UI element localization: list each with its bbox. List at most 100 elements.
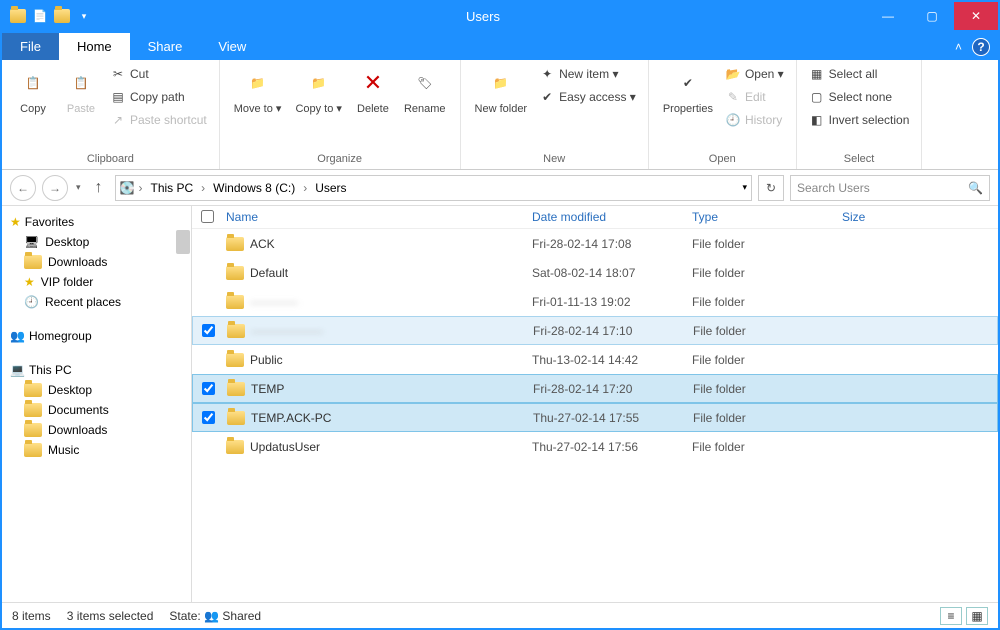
status-state: State: 👥 Shared (169, 609, 261, 623)
bc-thispc[interactable]: This PC (146, 181, 197, 195)
file-date: Thu-27-02-14 17:56 (532, 440, 692, 454)
newitem-icon: ✦ (539, 66, 555, 82)
sb-pc-downloads[interactable]: Downloads (2, 420, 191, 440)
col-type[interactable]: Type (692, 210, 842, 224)
copy-button[interactable]: 📋Copy (12, 64, 54, 117)
tab-share[interactable]: Share (130, 33, 201, 60)
status-selected-count: 3 items selected (67, 609, 154, 623)
view-icons-button[interactable]: ▦ (966, 607, 988, 625)
search-input[interactable]: Search Users 🔍 (790, 175, 990, 201)
nav-history-dropdown[interactable]: ▾ (74, 182, 83, 193)
nav-forward-button[interactable]: → (42, 175, 68, 201)
newfolder-icon: 📁 (484, 66, 518, 100)
sb-vipfolder[interactable]: ★VIP folder (2, 272, 191, 292)
cut-button[interactable]: ✂Cut (108, 64, 209, 84)
folder-icon (227, 411, 245, 425)
maximize-button[interactable]: ▢ (910, 2, 954, 30)
sb-pc-music[interactable]: Music (2, 440, 191, 460)
history-button[interactable]: 🕘History (723, 110, 786, 130)
sb-recent[interactable]: 🕘Recent places (2, 292, 191, 312)
col-name[interactable]: Name (222, 210, 532, 224)
selectall-button[interactable]: ▦Select all (807, 64, 912, 84)
sb-desktop[interactable]: 🖥Desktop (2, 232, 191, 252)
refresh-button[interactable]: ↻ (758, 175, 784, 201)
shared-icon: 👥 (204, 609, 219, 623)
folder-icon (24, 423, 42, 437)
open-icon: 📂 (725, 66, 741, 82)
view-details-button[interactable]: ≡ (940, 607, 962, 625)
tab-view[interactable]: View (200, 33, 264, 60)
file-date: Fri-28-02-14 17:10 (533, 324, 693, 338)
selectnone-button[interactable]: ▢Select none (807, 87, 912, 107)
invertselection-button[interactable]: ◧Invert selection (807, 110, 912, 130)
paste-button[interactable]: 📋Paste (60, 64, 102, 117)
copypath-icon: ▤ (110, 89, 126, 105)
delete-button[interactable]: ✕Delete (352, 64, 394, 117)
row-checkbox[interactable] (202, 324, 215, 337)
collapse-ribbon-icon[interactable]: ˄ (955, 40, 962, 54)
breadcrumb-dropdown-icon[interactable]: ▾ (742, 182, 747, 193)
bc-folder[interactable]: Users (311, 181, 350, 195)
pasteshortcut-button[interactable]: ↗Paste shortcut (108, 110, 209, 130)
properties-big-icon: ✔ (671, 66, 705, 100)
table-row[interactable]: ——————Fri-28-02-14 17:10File folder (192, 316, 998, 345)
open-button[interactable]: 📂Open ▾ (723, 64, 786, 84)
sb-favorites[interactable]: ★Favorites (2, 212, 191, 232)
breadcrumb[interactable]: 💽 › This PC› Windows 8 (C:)› Users ▾ (115, 175, 752, 201)
nav-pane[interactable]: ★Favorites 🖥Desktop Downloads ★VIP folde… (2, 206, 192, 602)
row-checkbox[interactable] (202, 411, 215, 424)
newfolder-button[interactable]: 📁New folder (471, 64, 532, 117)
row-checkbox[interactable] (202, 382, 215, 395)
nav-back-button[interactable]: ← (10, 175, 36, 201)
table-row[interactable]: PublicThu-13-02-14 14:42File folder (192, 345, 998, 374)
copypath-button[interactable]: ▤Copy path (108, 87, 209, 107)
table-row[interactable]: DefaultSat-08-02-14 18:07File folder (192, 258, 998, 287)
folder-icon (226, 237, 244, 251)
qat-dropdown-icon[interactable]: ▾ (76, 8, 92, 24)
sb-pc-documents[interactable]: Documents (2, 400, 191, 420)
close-button[interactable]: ✕ (954, 2, 998, 30)
sb-pc-desktop[interactable]: Desktop (2, 380, 191, 400)
table-row[interactable]: ————Fri-01-11-13 19:02File folder (192, 287, 998, 316)
select-all-checkbox[interactable] (201, 210, 214, 223)
folder-icon (10, 8, 26, 24)
file-name: ———— (250, 295, 298, 309)
newfolder-icon[interactable] (54, 8, 70, 24)
cut-icon: ✂ (110, 66, 126, 82)
properties-button[interactable]: ✔Properties (659, 64, 717, 117)
nav-up-button[interactable]: ↑ (89, 179, 109, 197)
table-row[interactable]: ACKFri-28-02-14 17:08File folder (192, 229, 998, 258)
tab-file[interactable]: File (2, 33, 59, 60)
rename-button[interactable]: 🏷Rename (400, 64, 450, 117)
table-row[interactable]: UpdatusUserThu-27-02-14 17:56File folder (192, 432, 998, 461)
col-date[interactable]: Date modified (532, 210, 692, 224)
edit-button[interactable]: ✎Edit (723, 87, 786, 107)
copyto-icon: 📁 (302, 66, 336, 100)
sb-thispc[interactable]: 💻This PC (2, 360, 191, 380)
moveto-button[interactable]: 📁Move to ▾ (230, 64, 286, 117)
sb-homegroup[interactable]: 👥Homegroup (2, 326, 191, 346)
ribbon-group-select: ▦Select all ▢Select none ◧Invert selecti… (797, 60, 923, 169)
properties-icon[interactable]: 📄 (32, 8, 48, 24)
help-icon[interactable]: ? (972, 38, 990, 56)
bc-drive[interactable]: Windows 8 (C:) (209, 181, 299, 195)
col-size[interactable]: Size (842, 210, 922, 224)
table-row[interactable]: TEMPFri-28-02-14 17:20File folder (192, 374, 998, 403)
folder-icon (226, 295, 244, 309)
sb-downloads[interactable]: Downloads (2, 252, 191, 272)
copyto-button[interactable]: 📁Copy to ▾ (291, 64, 346, 117)
column-headers[interactable]: Name Date modified Type Size (192, 206, 998, 229)
file-list: Name Date modified Type Size ACKFri-28-0… (192, 206, 998, 602)
minimize-button[interactable]: — (866, 2, 910, 30)
table-row[interactable]: TEMP.ACK-PCThu-27-02-14 17:55File folder (192, 403, 998, 432)
star-icon: ★ (10, 215, 21, 229)
easyaccess-button[interactable]: ✔Easy access ▾ (537, 87, 638, 107)
newitem-button[interactable]: ✦New item ▾ (537, 64, 638, 84)
scrollbar-thumb[interactable] (176, 230, 190, 254)
file-date: Fri-28-02-14 17:08 (532, 237, 692, 251)
tab-home[interactable]: Home (59, 33, 130, 60)
edit-icon: ✎ (725, 89, 741, 105)
address-bar-row: ← → ▾ ↑ 💽 › This PC› Windows 8 (C:)› Use… (2, 170, 998, 206)
search-icon: 🔍 (968, 181, 983, 195)
folder-icon (24, 403, 42, 417)
